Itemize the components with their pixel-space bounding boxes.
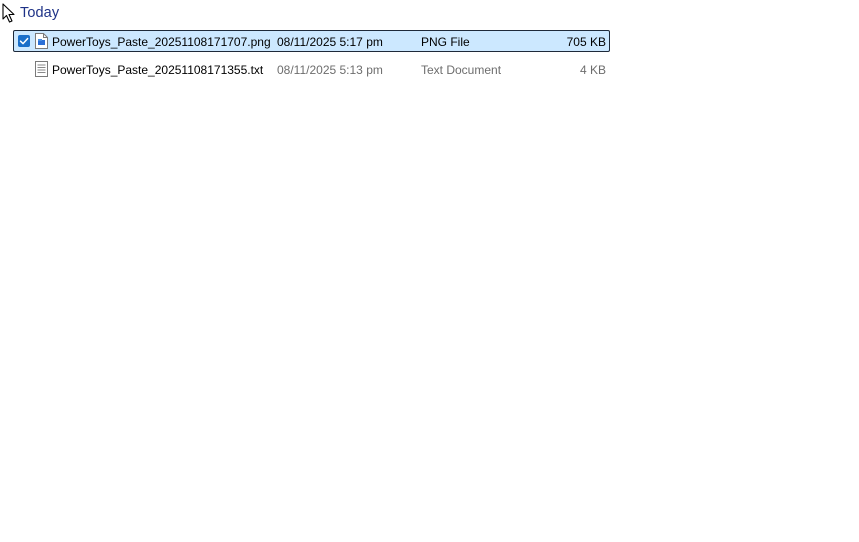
file-date-modified: 08/11/2025 5:17 pm (277, 35, 383, 49)
file-type: Text Document (421, 63, 502, 77)
file-row[interactable]: PowerToys_Paste_20251108171355.txt 08/11… (13, 58, 610, 80)
file-list-view: Today PowerToys_Paste_20251108171707.png… (0, 0, 859, 542)
file-row[interactable]: PowerToys_Paste_20251108171707.png 08/11… (13, 30, 610, 52)
file-size: 705 KB (566, 35, 606, 49)
file-name: PowerToys_Paste_20251108171707.png (52, 35, 271, 49)
mouse-cursor-icon (2, 3, 15, 23)
file-name: PowerToys_Paste_20251108171355.txt (52, 63, 264, 77)
file-type: PNG File (421, 35, 470, 49)
row-checkbox[interactable] (18, 35, 30, 47)
file-date-modified: 08/11/2025 5:13 pm (277, 63, 383, 77)
text-file-icon (35, 61, 48, 77)
file-size: 4 KB (579, 63, 606, 77)
image-file-icon (35, 33, 48, 49)
group-header-today[interactable]: Today (20, 5, 59, 23)
checkmark-icon (19, 37, 29, 45)
